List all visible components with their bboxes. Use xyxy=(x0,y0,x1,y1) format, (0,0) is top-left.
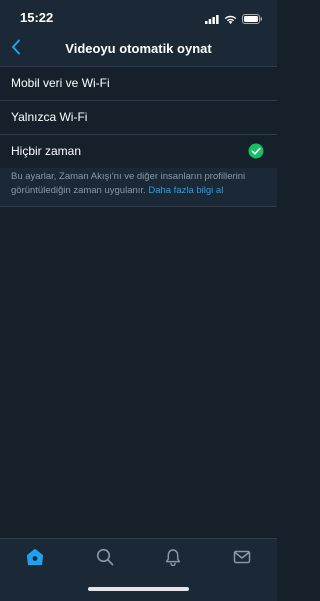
page-title: Videoyu otomatik oynat xyxy=(65,41,212,56)
bell-icon xyxy=(164,548,182,571)
option-wifi-only[interactable]: Yalnızca Wi-Fi xyxy=(0,101,277,135)
home-icon xyxy=(26,548,44,571)
status-time: 15:22 xyxy=(20,10,54,25)
cellular-signal-icon xyxy=(205,11,219,29)
autoplay-options-list: Mobil veri ve Wi-Fi Yalnızca Wi-Fi Hiçbi… xyxy=(0,67,277,169)
tab-bar xyxy=(0,538,277,601)
wifi-icon xyxy=(224,11,237,29)
status-icons xyxy=(205,11,263,29)
mail-icon xyxy=(233,548,251,571)
option-label: Mobil veri ve Wi-Fi xyxy=(11,76,110,90)
tab-home[interactable] xyxy=(24,548,46,570)
settings-note: Bu ayarlar, Zaman Akışı'nı ve diğer insa… xyxy=(11,170,263,198)
status-bar: 15:22 xyxy=(0,0,277,32)
option-label: Hiçbir zaman xyxy=(11,144,82,158)
tab-messages[interactable] xyxy=(231,548,253,570)
home-indicator xyxy=(88,587,189,591)
search-icon xyxy=(96,548,114,571)
tab-search[interactable] xyxy=(94,548,116,570)
option-mobile-data-and-wifi[interactable]: Mobil veri ve Wi-Fi xyxy=(0,67,277,101)
learn-more-link[interactable]: Daha fazla bilgi al xyxy=(148,185,223,196)
checkmark-icon xyxy=(248,143,264,159)
option-label: Yalnızca Wi-Fi xyxy=(11,110,88,124)
battery-icon xyxy=(242,11,263,29)
tab-notifications[interactable] xyxy=(162,548,184,570)
header: Videoyu otomatik oynat xyxy=(0,32,277,67)
option-never[interactable]: Hiçbir zaman xyxy=(0,135,277,169)
